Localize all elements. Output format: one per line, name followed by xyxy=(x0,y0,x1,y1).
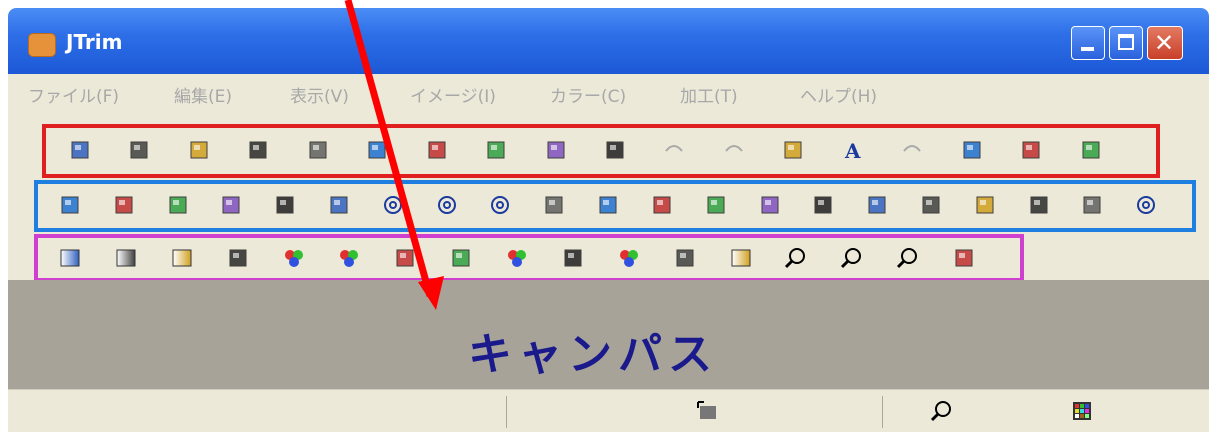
resize-icon[interactable] xyxy=(112,194,136,216)
menu-help[interactable]: ヘルプ(H) xyxy=(800,82,877,107)
gamma-icon[interactable] xyxy=(449,247,473,269)
swirl-icon[interactable] xyxy=(1134,194,1158,216)
flip-horizontal-icon[interactable] xyxy=(166,194,190,216)
rotate-right-90-icon[interactable] xyxy=(381,194,405,216)
menu-color[interactable]: カラー(C) xyxy=(550,82,626,107)
window-title: JTrim xyxy=(66,30,123,54)
rgb-icon[interactable] xyxy=(617,247,641,269)
image-adjust-icon[interactable] xyxy=(393,247,417,269)
starburst-icon[interactable] xyxy=(650,194,674,216)
status-bar xyxy=(8,389,1209,432)
minimize-icon xyxy=(1081,47,1094,51)
filmstrip-icon[interactable] xyxy=(1019,139,1043,161)
menu-image[interactable]: イメージ(I) xyxy=(410,82,496,107)
text-icon[interactable]: A xyxy=(841,139,865,163)
canvas-area[interactable]: キャンパス xyxy=(8,280,1209,389)
gray-bar-icon[interactable] xyxy=(729,247,753,269)
print-preview-icon[interactable] xyxy=(365,139,389,161)
window-icon[interactable] xyxy=(68,139,92,161)
paste-special-icon[interactable] xyxy=(544,139,568,161)
eraser-icon[interactable] xyxy=(1080,194,1104,216)
crop-icon[interactable] xyxy=(58,194,82,216)
status-divider xyxy=(882,396,883,428)
palette-icon[interactable] xyxy=(1079,139,1103,161)
svg-text:A: A xyxy=(844,139,861,161)
menu-file[interactable]: ファイル(F) xyxy=(28,82,119,107)
paste-icon[interactable] xyxy=(484,139,508,161)
shadow-icon[interactable] xyxy=(596,194,620,216)
save-icon[interactable] xyxy=(246,139,270,161)
draw-pen-icon[interactable] xyxy=(1027,194,1051,216)
tile-icon[interactable] xyxy=(811,194,835,216)
ff-effect-icon[interactable] xyxy=(973,194,997,216)
xor-icon[interactable] xyxy=(673,247,697,269)
close-icon: ✕ xyxy=(1153,29,1175,57)
canvas-label: キャンパス xyxy=(468,329,718,380)
menu-process[interactable]: 加工(T) xyxy=(680,82,738,107)
noise-icon[interactable] xyxy=(561,247,585,269)
maximize-icon xyxy=(1118,34,1134,50)
rotate-left-90-icon[interactable] xyxy=(435,194,459,216)
zoom-out-icon[interactable] xyxy=(896,247,920,269)
gradient-gold-icon[interactable] xyxy=(114,247,138,269)
status-zoom-icon xyxy=(930,400,954,422)
maximize-button[interactable] xyxy=(1109,26,1143,60)
menu-bar: ファイル(F) 編集(E) 表示(V) イメージ(I) カラー(C) 加工(T)… xyxy=(8,74,1209,114)
status-resize-icon xyxy=(696,400,720,422)
align-icon[interactable] xyxy=(900,139,924,161)
fit-window-icon[interactable] xyxy=(781,139,805,161)
hue-icon[interactable] xyxy=(337,247,361,269)
menu-edit[interactable]: 編集(E) xyxy=(174,82,232,107)
thumbnail-icon[interactable] xyxy=(960,139,984,161)
flip-vertical-icon[interactable] xyxy=(219,194,243,216)
fill-icon[interactable] xyxy=(603,139,627,161)
open-icon[interactable] xyxy=(187,139,211,161)
emboss-icon[interactable] xyxy=(542,194,566,216)
brightness-icon[interactable] xyxy=(226,247,250,269)
title-bar[interactable]: JTrim ✕ xyxy=(8,8,1209,74)
rotate-free-icon[interactable] xyxy=(488,194,512,216)
frame-icon[interactable] xyxy=(327,194,351,216)
app-icon xyxy=(28,33,56,57)
status-palette-icon xyxy=(1070,400,1094,422)
move-icon[interactable] xyxy=(273,194,297,216)
glow-icon[interactable] xyxy=(919,194,943,216)
wave-icon[interactable] xyxy=(758,194,782,216)
print-icon[interactable] xyxy=(306,139,330,161)
grid-icon[interactable] xyxy=(865,194,889,216)
redo-icon[interactable] xyxy=(722,139,746,161)
status-divider xyxy=(506,396,507,428)
toolbar-area: A xyxy=(8,114,1209,282)
undo-icon[interactable] xyxy=(662,139,686,161)
gradient-blue-icon[interactable] xyxy=(170,247,194,269)
minimize-button[interactable] xyxy=(1071,26,1105,60)
close-button[interactable]: ✕ xyxy=(1147,26,1183,60)
color-wheel-icon[interactable] xyxy=(505,247,529,269)
zoom-icon[interactable] xyxy=(784,247,808,269)
new-icon[interactable] xyxy=(127,139,151,161)
menu-view[interactable]: 表示(V) xyxy=(290,82,349,107)
eyedropper-icon[interactable] xyxy=(952,247,976,269)
app-window: JTrim ✕ ファイル(F) 編集(E) 表示(V) イメージ(I) カラー(… xyxy=(8,8,1209,432)
zoom-in-icon[interactable] xyxy=(840,247,864,269)
color-balance-icon[interactable] xyxy=(282,247,306,269)
gradient-gray-icon[interactable] xyxy=(58,247,82,269)
copy-icon[interactable] xyxy=(425,139,449,161)
mosaic-icon[interactable] xyxy=(704,194,728,216)
